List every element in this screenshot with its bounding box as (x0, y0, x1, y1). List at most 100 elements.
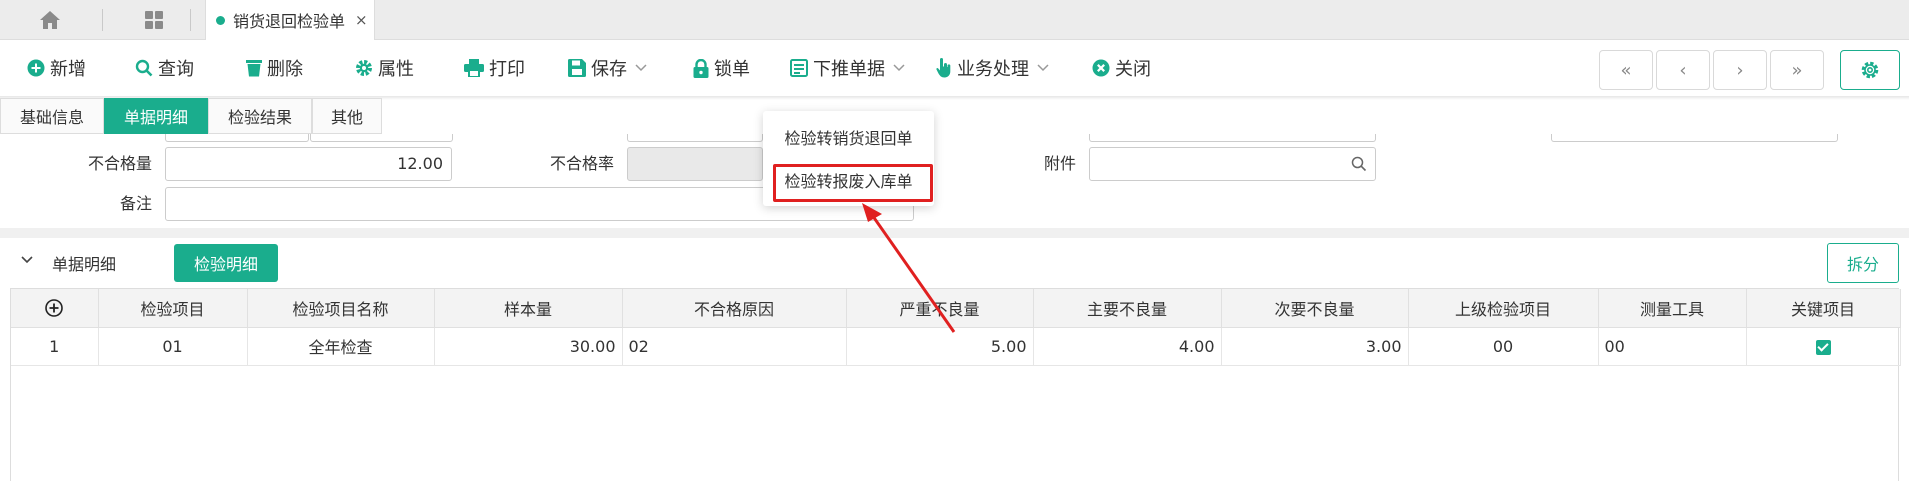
document-icon (790, 59, 808, 77)
tab-label: 基础信息 (19, 108, 84, 127)
query-label: 查询 (158, 59, 194, 80)
tab-divider (102, 9, 103, 31)
business-label: 业务处理 (957, 59, 1029, 80)
cell-reason[interactable]: 02 (622, 327, 847, 366)
next-record-button[interactable]: › (1713, 50, 1767, 90)
column-header[interactable]: 检验项目 (98, 289, 248, 328)
lock-button[interactable]: 锁单 (693, 40, 750, 96)
tab-label: 销货退回检验单 (233, 12, 346, 31)
prev-icon: ‹ (1679, 59, 1687, 81)
tab-document-details[interactable]: 单据明细 (104, 98, 208, 134)
close-button[interactable]: 关闭 (1092, 40, 1151, 96)
push-down-label: 下推单据 (813, 59, 885, 80)
cell-item-name[interactable]: 全年检查 (247, 327, 435, 366)
row-index: 1 (11, 327, 99, 366)
annotation-arrow-icon (862, 203, 956, 333)
prev-record-button[interactable]: ‹ (1656, 50, 1710, 90)
highlight-box (773, 164, 933, 202)
gear-icon (355, 59, 373, 77)
tab-label: 单据明细 (123, 108, 188, 127)
chevron-down-icon (893, 64, 905, 72)
form-field-cut (165, 134, 309, 142)
hand-pointer-icon (936, 58, 952, 78)
last-record-button[interactable]: » (1770, 50, 1824, 90)
form-field-cut (310, 134, 453, 142)
cell-sample[interactable]: 30.00 (434, 327, 623, 366)
key-item-checkbox[interactable] (1815, 339, 1831, 355)
unqualified-rate-label: 不合格率 (549, 154, 614, 173)
plus-circle-icon (45, 298, 64, 317)
settings-button[interactable] (1840, 50, 1900, 90)
split-button[interactable]: 拆分 (1827, 243, 1899, 283)
form-field-cut (627, 134, 763, 142)
attachment-label: 附件 (1043, 154, 1076, 173)
grid-icon[interactable] (140, 9, 168, 31)
save-icon (568, 59, 586, 77)
chevron-down-icon (1037, 64, 1049, 72)
properties-label: 属性 (378, 59, 414, 80)
form-field-cut (1089, 134, 1376, 142)
print-button[interactable]: 打印 (464, 40, 525, 96)
business-process-button[interactable]: 业务处理 (936, 40, 1049, 96)
column-header[interactable]: 不合格原因 (622, 289, 847, 328)
close-tab-icon[interactable]: × (355, 11, 368, 29)
delete-label: 删除 (267, 59, 303, 80)
column-header[interactable]: 上级检验项目 (1408, 289, 1599, 328)
plus-circle-icon (27, 59, 45, 77)
close-label: 关闭 (1115, 59, 1151, 80)
first-record-button[interactable]: « (1599, 50, 1653, 90)
menu-item-to-sales-return[interactable]: 检验转销货退回单 (763, 121, 934, 157)
tab-label: 其他 (330, 108, 363, 127)
active-dot-icon (216, 15, 225, 25)
tab-other[interactable]: 其他 (312, 98, 382, 134)
add-row-header[interactable] (11, 289, 99, 328)
chevron-down-icon[interactable] (20, 255, 36, 269)
column-header[interactable]: 主要不良量 (1033, 289, 1222, 328)
printer-icon (464, 59, 484, 77)
unqualified-rate-field (627, 147, 763, 181)
cell-parent-item[interactable]: 00 (1408, 327, 1599, 366)
gear-icon (1860, 60, 1880, 80)
last-icon: » (1791, 59, 1803, 81)
column-header[interactable]: 测量工具 (1598, 289, 1747, 328)
save-button[interactable]: 保存 (568, 40, 647, 96)
form-field-cut (1551, 134, 1838, 142)
column-header[interactable]: 次要不良量 (1221, 289, 1409, 328)
attachment-field[interactable] (1089, 147, 1376, 181)
cell-tool[interactable]: 00 (1598, 327, 1747, 366)
column-header[interactable]: 关键项目 (1746, 289, 1901, 328)
first-icon: « (1620, 59, 1632, 81)
column-header[interactable]: 样本量 (434, 289, 623, 328)
properties-button[interactable]: 属性 (355, 40, 414, 96)
tab-label: 检验结果 (227, 108, 292, 127)
save-label: 保存 (591, 59, 627, 80)
lock-label: 锁单 (714, 59, 750, 80)
cell-minor[interactable]: 3.00 (1221, 327, 1409, 366)
tab-sales-return-inspection[interactable]: 销货退回检验单 × (205, 0, 375, 40)
search-icon[interactable] (1351, 156, 1367, 172)
chevron-down-icon (635, 64, 647, 72)
home-icon[interactable] (36, 9, 64, 31)
tab-divider (190, 9, 191, 31)
remark-label: 备注 (119, 194, 152, 213)
query-button[interactable]: 查询 (135, 40, 194, 96)
delete-button[interactable]: 删除 (246, 40, 303, 96)
inspection-detail-button[interactable]: 检验明细 (174, 244, 278, 282)
detail-section-title: 单据明细 (52, 255, 117, 274)
print-label: 打印 (489, 59, 525, 80)
column-header[interactable]: 检验项目名称 (247, 289, 435, 328)
new-button[interactable]: 新增 (27, 40, 86, 96)
next-icon: › (1736, 59, 1744, 81)
cell-major[interactable]: 4.00 (1033, 327, 1222, 366)
cell-key-item[interactable] (1746, 327, 1901, 366)
unqualified-qty-field[interactable]: 12.00 (165, 147, 452, 181)
tab-basic-info[interactable]: 基础信息 (0, 98, 104, 134)
close-circle-icon (1092, 59, 1110, 77)
lock-icon (693, 58, 709, 78)
trash-icon (246, 59, 262, 77)
search-icon (135, 59, 153, 77)
tab-inspection-results[interactable]: 检验结果 (208, 98, 312, 134)
push-down-button[interactable]: 下推单据 (790, 40, 905, 96)
cell-item[interactable]: 01 (98, 327, 248, 366)
new-label: 新增 (50, 59, 86, 80)
